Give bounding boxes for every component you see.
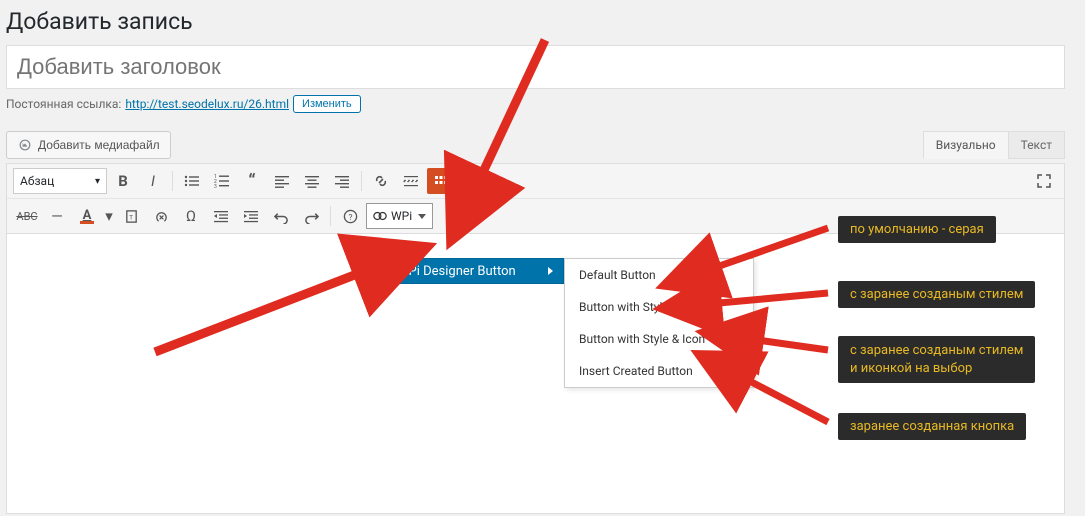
hr-button[interactable]: — (43, 203, 71, 229)
text-color-button[interactable]: A (73, 203, 101, 229)
outdent-button[interactable] (207, 203, 235, 229)
indent-button[interactable] (237, 203, 265, 229)
toolbar-separator (172, 171, 173, 191)
bold-button[interactable]: B (109, 168, 137, 194)
annotation-style-icon: с заранее созданым стилем и иконкой на в… (838, 336, 1035, 383)
link-button[interactable] (367, 168, 395, 194)
svg-text:?: ? (348, 212, 352, 222)
caret-down-icon (418, 214, 426, 219)
post-title-wrap (6, 45, 1065, 89)
clear-formatting-button[interactable] (147, 203, 175, 229)
align-left-button[interactable] (268, 168, 296, 194)
numbered-list-button[interactable]: 123 (208, 168, 236, 194)
chevron-right-icon (548, 267, 553, 275)
undo-button[interactable] (267, 203, 295, 229)
toolbar-separator (361, 171, 362, 191)
wpi-icon (373, 209, 387, 223)
bullet-list-button[interactable] (178, 168, 206, 194)
annotation-default: по умолчанию - серая (838, 216, 996, 243)
more-tag-button[interactable] (397, 168, 425, 194)
redo-button[interactable] (297, 203, 325, 229)
wpi-dropdown-label: WPi Designer Button (397, 264, 516, 279)
post-title-input[interactable] (7, 46, 1064, 88)
submenu-default-button[interactable]: Default Button (565, 259, 753, 291)
tab-text[interactable]: Текст (1008, 131, 1065, 159)
submenu-button-with-style[interactable]: Button with Style (565, 291, 753, 323)
svg-text:T: T (129, 213, 133, 221)
italic-button[interactable]: I (139, 168, 167, 194)
blockquote-button[interactable]: “ (238, 168, 266, 194)
annotation-created: заранее созданная кнопка (838, 413, 1026, 440)
special-char-button[interactable]: Ω (177, 203, 205, 229)
format-select[interactable]: Абзац▾ (13, 168, 107, 194)
align-center-button[interactable] (298, 168, 326, 194)
text-color-dropdown[interactable]: ▾ (103, 203, 115, 229)
page-title: Добавить запись (6, 0, 1065, 45)
tab-visual[interactable]: Визуально (923, 131, 1009, 159)
toolbar-toggle-button[interactable] (427, 168, 455, 194)
add-media-label: Добавить медиафайл (38, 138, 160, 152)
permalink-row: Постоянная ссылка: http://test.seodelux.… (6, 95, 1065, 113)
add-media-button[interactable]: Добавить медиафайл (6, 131, 171, 159)
strikethrough-button[interactable]: ABC (13, 203, 41, 229)
align-right-button[interactable] (328, 168, 356, 194)
submenu-insert-created-button[interactable]: Insert Created Button (565, 355, 753, 387)
wpi-label: WPi (391, 209, 412, 223)
svg-text:3: 3 (214, 184, 217, 189)
wpi-submenu: Default Button Button with Style Button … (564, 258, 754, 388)
wpi-dropdown-parent[interactable]: WPi Designer Button (386, 258, 564, 284)
help-button[interactable]: ? (336, 203, 364, 229)
media-icon (17, 137, 33, 153)
fullscreen-button[interactable] (1030, 168, 1058, 194)
submenu-button-with-style-icon[interactable]: Button with Style & Icon (565, 323, 753, 355)
wpi-designer-button[interactable]: WPi (366, 203, 433, 229)
permalink-edit-button[interactable]: Изменить (293, 95, 361, 113)
editor-tabs: Визуально Текст (924, 131, 1065, 159)
annotation-style: с заранее созданым стилем (838, 281, 1035, 308)
toolbar-separator (330, 206, 331, 226)
permalink-label: Постоянная ссылка: (6, 97, 121, 111)
permalink-url[interactable]: http://test.seodelux.ru/26.html (125, 97, 289, 111)
paste-text-button[interactable]: T (117, 203, 145, 229)
